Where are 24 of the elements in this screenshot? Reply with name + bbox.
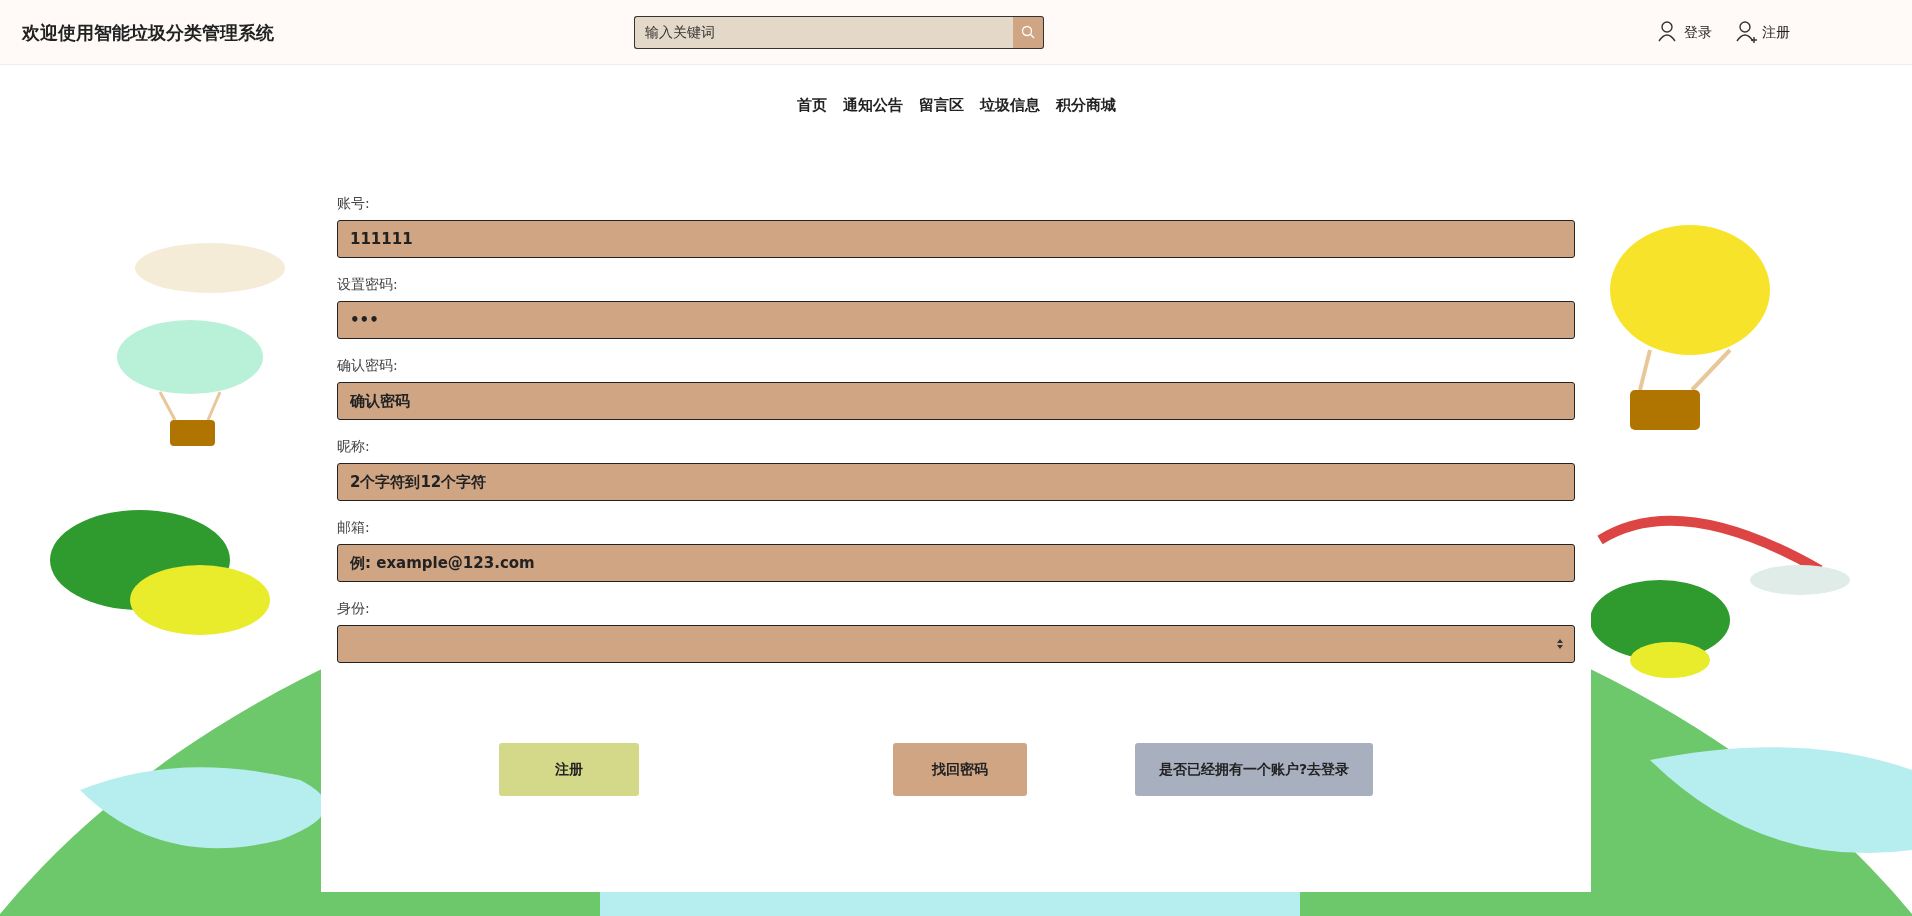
input-field[interactable]: 2个字符到12个字符 xyxy=(337,463,1575,501)
field-label: 邮箱: xyxy=(337,518,371,537)
nav-link[interactable]: 留言区 xyxy=(918,94,964,117)
field-label: 身份: xyxy=(337,599,371,618)
field-label: 设置密码: xyxy=(337,275,399,294)
nav-link[interactable]: 首页 xyxy=(796,94,827,117)
input-field[interactable]: 确认密码 xyxy=(337,382,1575,420)
recover-button[interactable]: 找回密码 xyxy=(893,743,1027,796)
nav-link[interactable]: 垃圾信息 xyxy=(979,94,1040,117)
login-button[interactable]: 是否已经拥有一个账户?去登录 xyxy=(1135,743,1373,796)
login-link[interactable]: 登录 xyxy=(1658,20,1712,44)
nav-link[interactable]: 通知公告 xyxy=(842,94,903,117)
site-title: 欢迎使用智能垃圾分类管理系统 xyxy=(22,20,274,45)
nav-link[interactable]: 积分商城 xyxy=(1055,94,1116,117)
input-field[interactable]: 111111 xyxy=(337,220,1575,258)
field-label: 昵称: xyxy=(337,437,371,456)
select-field[interactable] xyxy=(337,625,1575,663)
input-field[interactable]: ••• xyxy=(337,301,1575,339)
input-field[interactable]: 例: example@123.com xyxy=(337,544,1575,582)
user-icon xyxy=(1736,20,1760,44)
field-label: 确认密码: xyxy=(337,356,399,375)
register-link[interactable]: 注册 xyxy=(1736,20,1790,44)
register-button[interactable]: 注册 xyxy=(499,743,639,796)
field-label: 账号: xyxy=(337,194,371,213)
